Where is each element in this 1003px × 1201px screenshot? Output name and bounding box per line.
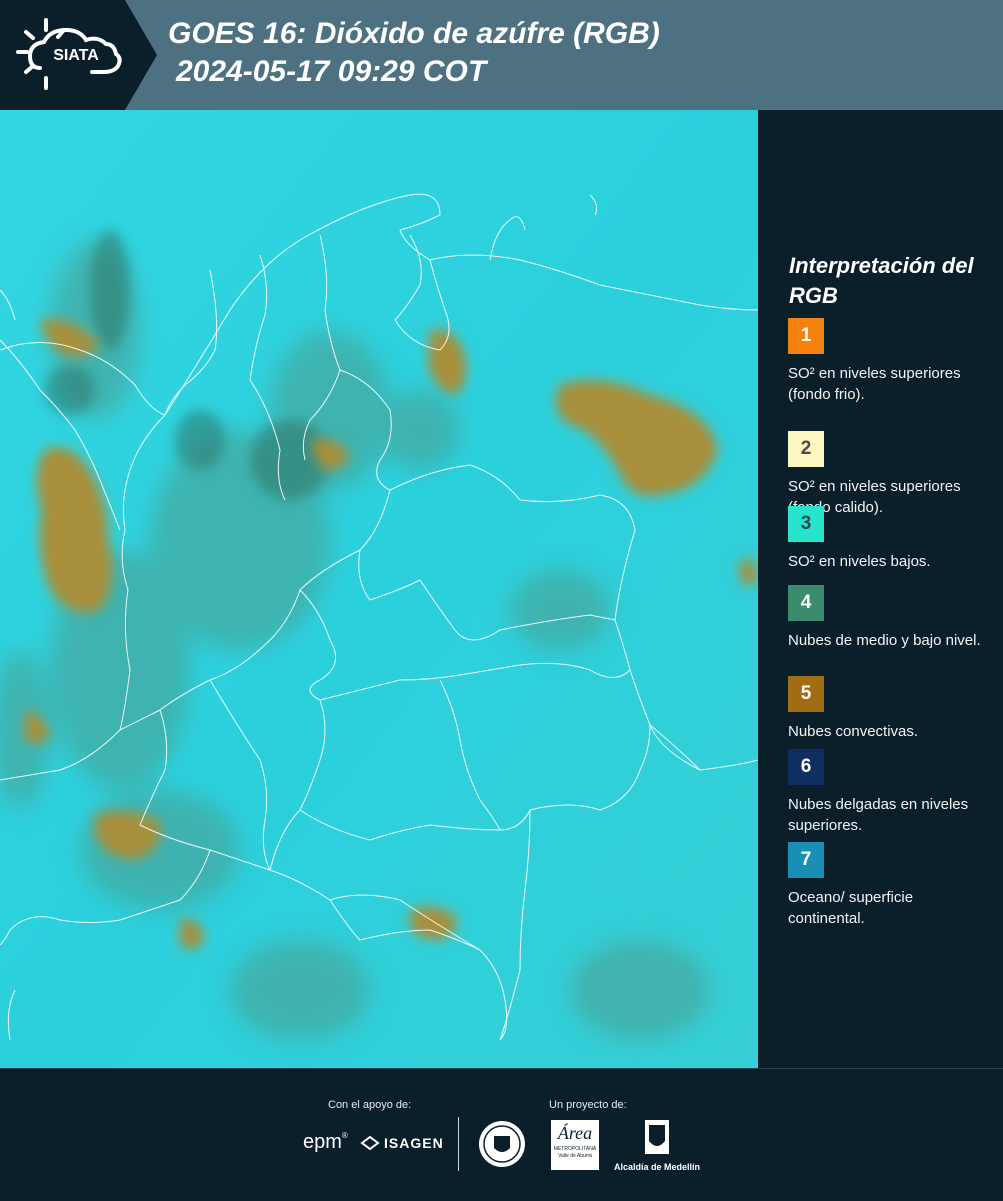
alcaldia-logo: Alcaldía de Medellín bbox=[612, 1119, 702, 1172]
legend-item: 7 Oceano/ superficie continental. bbox=[788, 842, 988, 929]
epm-logo: epm® bbox=[303, 1131, 348, 1153]
area-sub: METROPOLITANA bbox=[553, 1146, 597, 1152]
legend-item: 3 SO² en niveles bajos. bbox=[788, 506, 988, 572]
timestamp: 2024-05-17 09:29 COT bbox=[176, 55, 487, 88]
legend-item: 4 Nubes de medio y bajo nivel. bbox=[788, 585, 988, 651]
area-metropolitana-logo: Área METROPOLITANA Valle de Aburrá bbox=[551, 1120, 599, 1170]
legend-item: 6 Nubes delgadas en niveles superiores. bbox=[788, 749, 988, 836]
isagen-mark-icon bbox=[360, 1135, 380, 1151]
header-bar: SIATA GOES 16: Dióxido de azúfre (RGB) 2… bbox=[0, 0, 1003, 110]
legend-description: Nubes de medio y bajo nivel. bbox=[788, 632, 981, 649]
legend-description: SO² en niveles superiores (fondo frio). bbox=[788, 365, 961, 403]
area-text: Área bbox=[557, 1123, 593, 1143]
legend-description: Oceano/ superficie continental. bbox=[788, 889, 914, 927]
siata-logo: SIATA bbox=[0, 0, 157, 110]
logo-text: SIATA bbox=[53, 47, 99, 64]
legend-title: Interpretación del RGB bbox=[789, 253, 974, 308]
legend-description: Nubes delgadas en niveles superiores. bbox=[788, 796, 969, 834]
satellite-map bbox=[0, 110, 758, 1068]
legend-item: 1 SO² en niveles superiores (fondo frio). bbox=[788, 318, 988, 405]
legend-swatch: 2 bbox=[788, 431, 824, 467]
legend-swatch: 6 bbox=[788, 749, 824, 785]
legend-description: SO² en niveles bajos. bbox=[788, 553, 931, 570]
page-title: GOES 16: Dióxido de azúfre (RGB) bbox=[168, 17, 660, 50]
legend-swatch: 3 bbox=[788, 506, 824, 542]
area-sub2: Valle de Aburrá bbox=[558, 1153, 592, 1159]
legend-description: Nubes convectivas. bbox=[788, 723, 919, 740]
epm-text: epm bbox=[303, 1131, 342, 1153]
footer-divider bbox=[458, 1117, 459, 1171]
project-label: Un proyecto de: bbox=[549, 1099, 627, 1111]
legend-swatch: 1 bbox=[788, 318, 824, 354]
alcaldia-text: Alcaldía de Medellín bbox=[613, 1162, 701, 1172]
legend-swatch: 5 bbox=[788, 676, 824, 712]
medellin-seal-logo bbox=[478, 1120, 526, 1173]
support-label: Con el apoyo de: bbox=[328, 1099, 412, 1111]
legend-swatch: 4 bbox=[788, 585, 824, 621]
legend-panel: Interpretación del RGB 1 SO² en niveles s… bbox=[760, 110, 1003, 1068]
alcaldia-emblem-icon bbox=[645, 1120, 669, 1154]
legend-item: 2 SO² en niveles superiores (fondo calido… bbox=[788, 431, 988, 518]
legend-swatch: 7 bbox=[788, 842, 824, 878]
legend-item: 5 Nubes convectivas. bbox=[788, 676, 988, 742]
isagen-text: ISAGEN bbox=[384, 1135, 444, 1151]
footer: Con el apoyo de: Un proyecto de: epm® IS… bbox=[0, 1068, 1003, 1201]
isagen-logo: ISAGEN bbox=[360, 1135, 444, 1151]
